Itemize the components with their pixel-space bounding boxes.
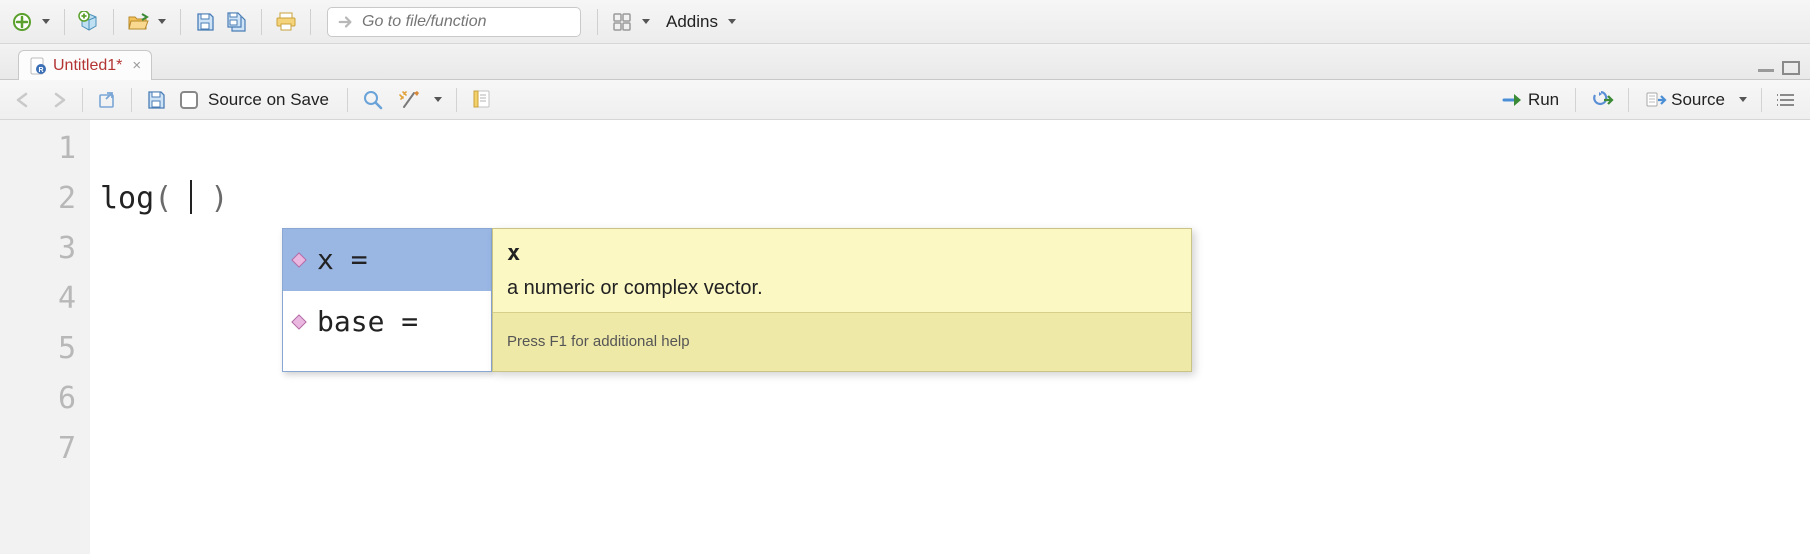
source-label: Source [1671, 90, 1725, 110]
code-line-5 [100, 324, 228, 374]
editor-toolbar-separator [1761, 88, 1762, 112]
source-on-save-checkbox[interactable] [180, 91, 198, 109]
run-arrow-icon [1502, 92, 1524, 108]
editor-toolbar-separator [1628, 88, 1629, 112]
toolbar-separator [310, 9, 311, 35]
new-file-button[interactable] [8, 8, 36, 36]
editor-toolbar: Source on Save Run [0, 80, 1810, 120]
goto-arrow-icon [338, 14, 354, 30]
print-button[interactable] [272, 8, 300, 36]
addins-menu[interactable]: Addins [658, 12, 722, 32]
autocomplete-doc-footer: Press F1 for additional help [493, 312, 1191, 371]
source-on-save-toggle[interactable]: Source on Save [176, 86, 337, 114]
code-line-7 [100, 424, 228, 474]
run-button[interactable]: Run [1496, 90, 1565, 110]
autocomplete-item-label: base = [317, 297, 418, 347]
line-number: 4 [0, 274, 76, 324]
minimize-pane-button[interactable] [1756, 62, 1776, 74]
editor-toolbar-separator [347, 88, 348, 112]
autocomplete-item-label: x = [317, 235, 368, 285]
code-line-4 [100, 274, 228, 324]
text-cursor [190, 180, 192, 214]
tab-close-button[interactable]: × [132, 57, 141, 74]
new-file-dropdown-caret[interactable] [42, 19, 50, 24]
toolbar-separator [261, 9, 262, 35]
editor-save-button[interactable] [142, 86, 170, 114]
toolbar-separator [64, 9, 65, 35]
document-tabbar: R Untitled1* × [0, 44, 1810, 80]
line-number: 7 [0, 424, 76, 474]
toolbar-separator [597, 9, 598, 35]
source-icon [1645, 91, 1667, 109]
new-project-button[interactable] [75, 8, 103, 36]
goto-file-function-box[interactable] [327, 7, 581, 37]
toolbar-separator [113, 9, 114, 35]
line-number: 1 [0, 124, 76, 174]
source-button[interactable]: Source [1639, 90, 1731, 110]
code-tools-dropdown-caret[interactable] [434, 97, 442, 102]
editor-toolbar-separator [1575, 88, 1576, 112]
code-area[interactable]: log( ) x = base = [90, 120, 228, 554]
run-label: Run [1528, 90, 1559, 110]
autocomplete-doc-description: a numeric or complex vector. [507, 274, 1177, 302]
code-token-open-paren: ( [154, 181, 172, 216]
toolbar-separator [180, 9, 181, 35]
line-number: 5 [0, 324, 76, 374]
document-tab-untitled1[interactable]: R Untitled1* × [18, 50, 152, 80]
tab-title: Untitled1* [53, 57, 122, 75]
r-file-icon: R [29, 57, 47, 75]
addins-dropdown-caret[interactable] [728, 19, 736, 24]
re-run-button[interactable] [1586, 86, 1618, 114]
nav-forward-button[interactable] [44, 86, 72, 114]
code-line-2: log( ) [100, 174, 228, 224]
save-button[interactable] [191, 8, 219, 36]
code-token-close-paren: ) [210, 181, 228, 216]
code-editor[interactable]: 1 2 3 4 5 6 7 log( ) x = [0, 120, 1810, 554]
autocomplete-doc-panel: x a numeric or complex vector. Press F1 … [492, 228, 1192, 372]
autocomplete-popup: x = base = x a numeric or complex vector… [282, 228, 1192, 372]
show-in-new-window-button[interactable] [93, 86, 121, 114]
source-dropdown-caret[interactable] [1739, 97, 1747, 102]
code-token-fn: log [100, 181, 154, 216]
find-replace-button[interactable] [358, 86, 388, 114]
autocomplete-doc-body: x a numeric or complex vector. [493, 229, 1191, 312]
autocomplete-item-x[interactable]: x = [283, 229, 491, 291]
goto-input[interactable] [362, 13, 570, 31]
autocomplete-doc-title: x [507, 239, 1177, 270]
line-number: 3 [0, 224, 76, 274]
parameter-icon [289, 312, 309, 332]
maximize-pane-button[interactable] [1782, 61, 1800, 75]
grid-view-dropdown-caret[interactable] [642, 19, 650, 24]
open-recent-dropdown-caret[interactable] [158, 19, 166, 24]
autocomplete-item-base[interactable]: base = [283, 291, 491, 353]
editor-toolbar-separator [131, 88, 132, 112]
editor-toolbar-separator [456, 88, 457, 112]
parameter-icon [289, 250, 309, 270]
svg-text:R: R [38, 67, 43, 74]
line-number: 6 [0, 374, 76, 424]
code-line-6 [100, 374, 228, 424]
open-file-button[interactable] [124, 8, 152, 36]
code-line-3 [100, 224, 228, 274]
compile-report-button[interactable] [467, 86, 495, 114]
code-tools-button[interactable] [394, 86, 426, 114]
nav-back-button[interactable] [10, 86, 38, 114]
grid-view-button[interactable] [608, 8, 636, 36]
outline-button[interactable] [1772, 86, 1800, 114]
editor-toolbar-separator [82, 88, 83, 112]
main-toolbar: Addins [0, 0, 1810, 44]
source-on-save-label: Source on Save [208, 90, 329, 110]
line-number: 2 [0, 174, 76, 224]
autocomplete-list[interactable]: x = base = [282, 228, 492, 372]
code-line-1 [100, 124, 228, 174]
line-gutter: 1 2 3 4 5 6 7 [0, 120, 90, 554]
save-all-button[interactable] [223, 8, 251, 36]
